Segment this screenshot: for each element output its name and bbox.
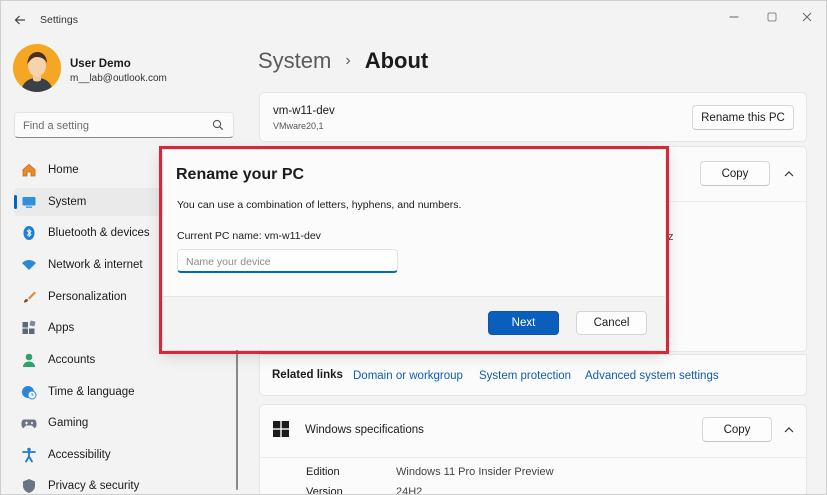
- home-icon: [22, 163, 36, 177]
- sidebar-item-label: Accessibility: [48, 449, 111, 461]
- clock-globe-icon: [22, 386, 37, 400]
- maximize-button[interactable]: [757, 6, 787, 28]
- sidebar-item-label: Home: [48, 164, 79, 176]
- close-button[interactable]: [792, 6, 822, 28]
- rename-pc-button[interactable]: Rename this PC: [692, 105, 794, 130]
- sidebar-item-label: Privacy & security: [48, 480, 140, 492]
- bluetooth-icon: [23, 226, 35, 240]
- user-name: User Demo: [70, 58, 131, 70]
- sidebar-item-label: Personalization: [48, 291, 127, 303]
- system-protection-link[interactable]: System protection: [479, 370, 571, 382]
- chevron-up-icon[interactable]: [782, 167, 796, 181]
- copy-device-specs-button[interactable]: Copy: [700, 161, 770, 186]
- breadcrumb-parent[interactable]: System: [258, 48, 331, 74]
- avatar[interactable]: [13, 44, 61, 92]
- related-links-title: Related links: [272, 369, 343, 381]
- device-name-card: vm-w11-dev VMware20,1 Rename this PC: [259, 92, 807, 142]
- windows-specifications-card: Windows specifications Copy Edition Wind…: [259, 404, 808, 495]
- back-button[interactable]: [10, 10, 30, 30]
- related-links-bar: Related links Domain or workgroup System…: [259, 354, 807, 396]
- sidebar-item-label: System: [48, 196, 87, 208]
- close-icon: [802, 12, 812, 22]
- highlight-frame: [159, 146, 669, 354]
- spec-value-edition: Windows 11 Pro Insider Preview: [396, 466, 554, 478]
- active-indicator: [14, 195, 17, 209]
- user-email: m__lab@outlook.com: [70, 73, 167, 84]
- spec-value-version: 24H2: [396, 486, 423, 495]
- sidebar-item-time-language[interactable]: Time & language: [14, 378, 234, 406]
- sidebar-item-label: Gaming: [48, 417, 89, 429]
- person-icon: [23, 353, 35, 367]
- breadcrumb-separator: ›: [345, 52, 351, 69]
- sidebar-scrollbar[interactable]: [236, 330, 238, 490]
- minimize-icon: [729, 16, 739, 18]
- brush-icon: [24, 291, 36, 303]
- device-name: vm-w11-dev: [273, 105, 335, 117]
- sidebar-item-label: Bluetooth & devices: [48, 227, 150, 239]
- search-icon: [212, 119, 224, 131]
- minimize-button[interactable]: [719, 6, 749, 28]
- device-model: VMware20,1: [273, 121, 324, 131]
- search-input[interactable]: [23, 117, 203, 134]
- sidebar-item-accessibility[interactable]: Accessibility: [14, 441, 234, 469]
- copy-windows-specs-button[interactable]: Copy: [702, 417, 772, 442]
- advanced-system-settings-link[interactable]: Advanced system settings: [585, 370, 719, 382]
- chevron-up-icon[interactable]: [782, 423, 796, 437]
- monitor-icon: [22, 197, 36, 208]
- domain-workgroup-link[interactable]: Domain or workgroup: [353, 370, 463, 382]
- gamepad-icon: [21, 419, 37, 428]
- windows-specs-title: Windows specifications: [305, 424, 424, 436]
- divider: [260, 457, 808, 458]
- apps-icon: [22, 320, 36, 334]
- page-title: About: [364, 48, 429, 73]
- app-title: Settings: [40, 14, 78, 26]
- sidebar-item-label: Apps: [48, 322, 75, 334]
- arrow-left-icon: [14, 15, 25, 25]
- spec-label-version: Version: [306, 486, 343, 495]
- sidebar-item-privacy[interactable]: Privacy & security: [14, 472, 234, 495]
- sidebar-item-label: Time & language: [48, 386, 135, 398]
- sidebar-item-gaming[interactable]: Gaming: [14, 409, 234, 437]
- wifi-icon: [22, 260, 36, 270]
- title-bar: Settings: [0, 0, 827, 38]
- accessibility-icon: [22, 447, 36, 463]
- search-box[interactable]: [14, 112, 234, 138]
- breadcrumb: System › About: [258, 46, 428, 76]
- windows-logo-icon: [273, 421, 289, 437]
- sidebar-item-label: Accounts: [48, 354, 96, 366]
- spec-label-edition: Edition: [306, 466, 340, 478]
- maximize-icon: [767, 12, 777, 22]
- shield-icon: [23, 479, 35, 493]
- sidebar-item-label: Network & internet: [48, 259, 143, 271]
